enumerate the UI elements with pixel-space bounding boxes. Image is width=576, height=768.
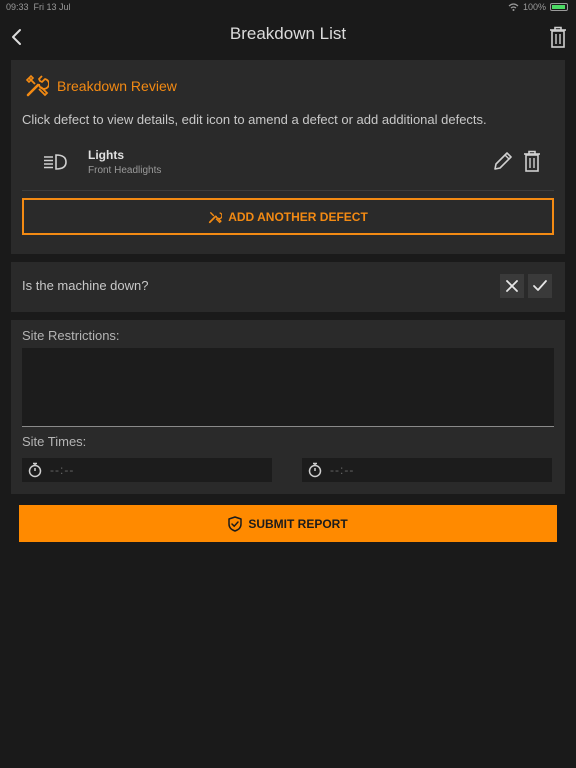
cross-icon [506, 280, 518, 292]
stopwatch-icon [28, 462, 42, 478]
shield-check-icon [228, 515, 243, 532]
add-another-defect-button[interactable]: ADD ANOTHER DEFECT [22, 198, 554, 235]
delete-defect-button[interactable] [522, 149, 542, 173]
battery-percent: 100% [522, 2, 546, 12]
status-right: 100% [508, 2, 568, 12]
site-restrictions-label: Site Restrictions: [22, 328, 120, 343]
site-time-start-input[interactable]: --:-- [22, 458, 272, 482]
nav-bar: Breakdown List [0, 14, 576, 58]
check-icon [533, 280, 547, 291]
defect-name: Lights [88, 148, 124, 162]
defect-subtitle: Front Headlights [88, 165, 162, 176]
battery-icon [550, 3, 568, 11]
trash-icon [524, 150, 540, 172]
add-another-defect-label: ADD ANOTHER DEFECT [228, 209, 368, 224]
time-end-placeholder: --:-- [330, 463, 355, 477]
review-header: Breakdown Review [25, 74, 177, 98]
delete-list-button[interactable] [548, 25, 568, 49]
tools-icon [209, 211, 223, 223]
status-bar: 09:33 Fri 13 Jul 100% [0, 0, 576, 14]
site-time-end-input[interactable]: --:-- [302, 458, 552, 482]
status-date: Fri 13 Jul [33, 2, 71, 12]
machine-down-card: Is the machine down? [11, 262, 565, 312]
page-title: Breakdown List [229, 24, 347, 43]
status-time: 09:33 [6, 2, 29, 12]
defect-list-item[interactable]: Lights Front Headlights [22, 140, 554, 191]
breakdown-review-card: Breakdown Review Click defect to view de… [11, 60, 565, 254]
site-restrictions-input[interactable] [22, 348, 554, 427]
wifi-icon [508, 3, 519, 11]
trash-icon [550, 26, 566, 48]
machine-down-no-button[interactable] [500, 274, 524, 298]
headlight-icon [44, 154, 67, 170]
site-times-label: Site Times: [22, 434, 87, 449]
pencil-icon [494, 152, 512, 170]
time-start-placeholder: --:-- [50, 463, 75, 477]
machine-down-yes-button[interactable] [528, 274, 552, 298]
status-time-date: 09:33 Fri 13 Jul [6, 2, 71, 12]
submit-report-button[interactable]: SUBMIT REPORT [19, 505, 557, 542]
site-details-card: Site Restrictions: Site Times: --:-- --:… [11, 320, 565, 494]
stopwatch-icon [308, 462, 322, 478]
machine-down-question: Is the machine down? [22, 278, 149, 293]
review-description: Click defect to view details, edit icon … [22, 112, 487, 127]
review-title: Breakdown Review [57, 78, 177, 94]
submit-report-label: SUBMIT REPORT [248, 516, 348, 531]
tools-icon [25, 74, 49, 97]
edit-defect-button[interactable] [492, 150, 514, 172]
